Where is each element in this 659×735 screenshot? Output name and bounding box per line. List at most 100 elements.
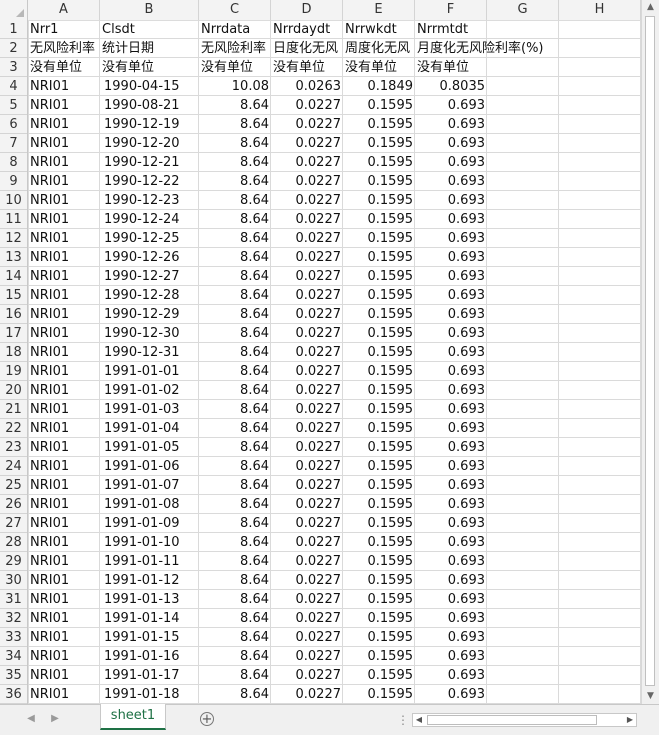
row-header[interactable]: 24 [0,457,27,476]
cell-d12[interactable]: 0.0227 [271,229,343,248]
cell-b20[interactable]: 1991-01-02 [100,381,199,400]
cell-d19[interactable]: 0.0227 [271,362,343,381]
cell-e4[interactable]: 0.1849 [343,77,415,96]
cell-f18[interactable]: 0.693 [415,343,487,362]
scroll-up-icon[interactable]: ▲ [645,2,656,13]
cell-f26[interactable]: 0.693 [415,495,487,514]
cell-d32[interactable]: 0.0227 [271,609,343,628]
column-header-d[interactable]: D [271,0,343,20]
cell-d33[interactable]: 0.0227 [271,628,343,647]
cell-d15[interactable]: 0.0227 [271,286,343,305]
row-header[interactable]: 7 [0,134,27,153]
cell-a36[interactable]: NRI01 [28,685,100,704]
column-header-a[interactable]: A [28,0,100,20]
row-header[interactable]: 15 [0,286,27,305]
cell-e36[interactable]: 0.1595 [343,685,415,704]
cell-b15[interactable]: 1990-12-28 [100,286,199,305]
scroll-right-icon[interactable]: ▶ [624,714,636,726]
cell-a26[interactable]: NRI01 [28,495,100,514]
cell-a30[interactable]: NRI01 [28,571,100,590]
row-header[interactable]: 9 [0,172,27,191]
cell-e14[interactable]: 0.1595 [343,267,415,286]
cell-e22[interactable]: 0.1595 [343,419,415,438]
cell-f21[interactable]: 0.693 [415,400,487,419]
cell-d21[interactable]: 0.0227 [271,400,343,419]
cell-f10[interactable]: 0.693 [415,191,487,210]
cell-a16[interactable]: NRI01 [28,305,100,324]
cell-f4[interactable]: 0.8035 [415,77,487,96]
cell-b36[interactable]: 1991-01-18 [100,685,199,704]
scroll-left-icon[interactable]: ◀ [413,714,425,726]
row-header[interactable]: 20 [0,381,27,400]
row-header[interactable]: 29 [0,552,27,571]
cell-e30[interactable]: 0.1595 [343,571,415,590]
cell-c35[interactable]: 8.64 [199,666,271,685]
cell-c31[interactable]: 8.64 [199,590,271,609]
cell-f35[interactable]: 0.693 [415,666,487,685]
cell-e21[interactable]: 0.1595 [343,400,415,419]
select-all-corner[interactable] [0,0,28,20]
cell-f34[interactable]: 0.693 [415,647,487,666]
cell-e32[interactable]: 0.1595 [343,609,415,628]
cell-d7[interactable]: 0.0227 [271,134,343,153]
row-header[interactable]: 5 [0,96,27,115]
cell-d24[interactable]: 0.0227 [271,457,343,476]
cell-d16[interactable]: 0.0227 [271,305,343,324]
cell-e5[interactable]: 0.1595 [343,96,415,115]
cell-a3[interactable]: 没有单位 [28,58,100,77]
cell-c17[interactable]: 8.64 [199,324,271,343]
cell-b17[interactable]: 1990-12-30 [100,324,199,343]
cell-c24[interactable]: 8.64 [199,457,271,476]
cell-e10[interactable]: 0.1595 [343,191,415,210]
column-header-h[interactable]: H [559,0,641,20]
cell-b6[interactable]: 1990-12-19 [100,115,199,134]
cell-f19[interactable]: 0.693 [415,362,487,381]
cell-a32[interactable]: NRI01 [28,609,100,628]
cell-d25[interactable]: 0.0227 [271,476,343,495]
vertical-scrollbar[interactable]: ▲ ▼ [641,0,659,704]
sheet-tab-sheet1[interactable]: sheet1 [100,704,166,730]
cell-f30[interactable]: 0.693 [415,571,487,590]
cell-b24[interactable]: 1991-01-06 [100,457,199,476]
cell-f22[interactable]: 0.693 [415,419,487,438]
cell-c21[interactable]: 8.64 [199,400,271,419]
cell-b25[interactable]: 1991-01-07 [100,476,199,495]
cell-c12[interactable]: 8.64 [199,229,271,248]
scroll-down-icon[interactable]: ▼ [645,691,656,702]
row-header[interactable]: 21 [0,400,27,419]
cell-f28[interactable]: 0.693 [415,533,487,552]
cell-b5[interactable]: 1990-08-21 [100,96,199,115]
cell-c10[interactable]: 8.64 [199,191,271,210]
cell-b28[interactable]: 1991-01-10 [100,533,199,552]
row-header[interactable]: 12 [0,229,27,248]
cell-c29[interactable]: 8.64 [199,552,271,571]
cell-d18[interactable]: 0.0227 [271,343,343,362]
row-header[interactable]: 6 [0,115,27,134]
cell-c15[interactable]: 8.64 [199,286,271,305]
cell-b2[interactable]: 统计日期 [100,39,199,58]
cell-d9[interactable]: 0.0227 [271,172,343,191]
cell-e8[interactable]: 0.1595 [343,153,415,172]
cell-f24[interactable]: 0.693 [415,457,487,476]
row-header[interactable]: 16 [0,305,27,324]
cell-e28[interactable]: 0.1595 [343,533,415,552]
row-header[interactable]: 14 [0,267,27,286]
cell-b29[interactable]: 1991-01-11 [100,552,199,571]
cell-e25[interactable]: 0.1595 [343,476,415,495]
row-header[interactable]: 11 [0,210,27,229]
cell-c9[interactable]: 8.64 [199,172,271,191]
cell-d29[interactable]: 0.0227 [271,552,343,571]
cell-b35[interactable]: 1991-01-17 [100,666,199,685]
cell-c34[interactable]: 8.64 [199,647,271,666]
cell-b16[interactable]: 1990-12-29 [100,305,199,324]
cell-e23[interactable]: 0.1595 [343,438,415,457]
cell-e6[interactable]: 0.1595 [343,115,415,134]
cell-e1[interactable]: Nrrwkdt [343,20,415,39]
row-header[interactable]: 35 [0,666,27,685]
row-header[interactable]: 1 [0,20,27,39]
cell-f8[interactable]: 0.693 [415,153,487,172]
cell-b19[interactable]: 1991-01-01 [100,362,199,381]
row-header[interactable]: 36 [0,685,27,704]
row-header[interactable]: 30 [0,571,27,590]
cell-a6[interactable]: NRI01 [28,115,100,134]
